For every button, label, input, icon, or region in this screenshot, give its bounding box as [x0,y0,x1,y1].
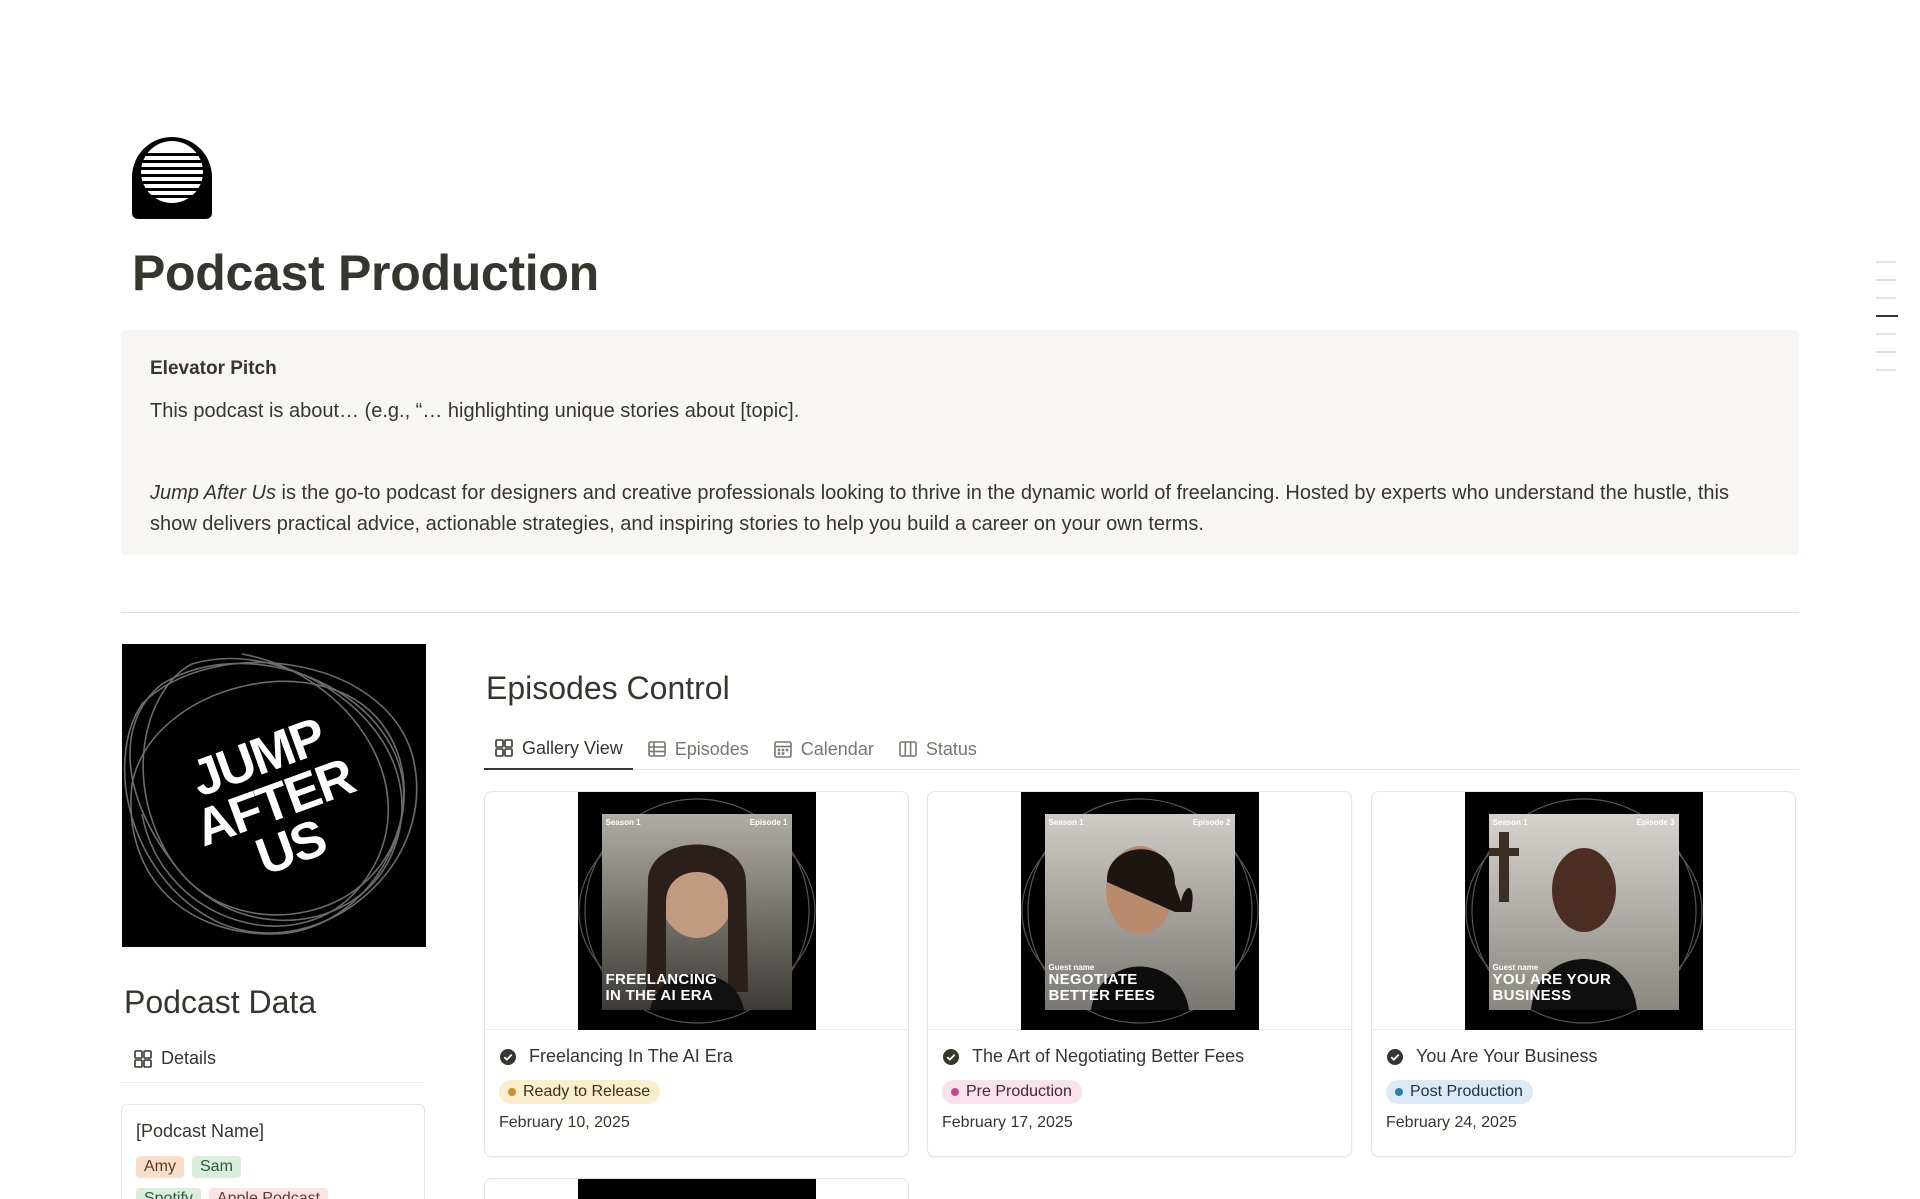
status-label: Post Production [1410,1083,1523,1100]
episode-cover-image: Season 1 Episode 3 Guest name YOU ARE YO… [1464,792,1703,1030]
board-icon [898,739,918,759]
tab-label: Episodes [674,738,749,759]
episode-title[interactable]: You Are Your Business [1416,1046,1597,1067]
status-dot [508,1088,516,1096]
episode-title[interactable]: The Art of Negotiating Better Fees [972,1046,1244,1067]
toc-line[interactable] [1876,333,1896,335]
platform-tag: Apple Podcast [208,1188,329,1199]
tab-calendar[interactable]: Calendar [763,728,884,770]
art-season: Season 1 [605,818,641,827]
callout-title: Elevator Pitch [150,358,277,379]
table-icon [647,739,667,759]
podcast-name: [Podcast Name] [136,1121,265,1141]
art-title-line: IN THE AI ERA [605,987,714,1004]
platform-tag: Spotify [136,1188,201,1199]
check-circle-icon [942,1048,960,1066]
toc-line[interactable] [1876,279,1896,281]
toc-line[interactable] [1876,351,1896,353]
podcast-data-heading: Podcast Data [124,984,317,1020]
callout-line: This podcast is about… (e.g., “… highlig… [150,400,800,422]
status-badge: Pre Production [942,1080,1082,1104]
episode-card[interactable]: Season 1 Episode 3 Guest name YOU ARE YO… [1371,791,1796,1157]
elevator-pitch-callout[interactable]: Elevator Pitch This podcast is about… (e… [121,330,1799,555]
show-name: Jump After Us [150,482,276,504]
art-title-line: BETTER FEES [1048,987,1156,1004]
tab-label: Details [161,1048,217,1068]
art-episode: Episode 2 [1192,818,1231,827]
art-season: Season 1 [1048,818,1084,827]
tab-label: Status [925,738,977,759]
tab-gallery-view[interactable]: Gallery View [484,728,633,770]
podcast-data-card[interactable]: [Podcast Name] Amy Sam Spotify Apple Pod… [121,1104,425,1199]
episode-title[interactable]: Freelancing In The AI Era [529,1046,733,1067]
callout-description: Jump After Us is the go-to podcast for d… [150,478,1770,540]
toc-line[interactable] [1876,261,1896,263]
toc-line[interactable] [1876,369,1896,371]
host-tag: Sam [192,1156,241,1178]
tab-details[interactable]: Details [121,1035,423,1083]
tab-label: Calendar [800,738,874,759]
toc-line[interactable] [1876,297,1896,299]
view-tabs: Gallery View Episodes Calendar Status [484,728,1799,770]
host-tag: Amy [136,1156,184,1178]
art-title-line: YOU ARE YOUR [1492,971,1612,988]
toc-line-active[interactable] [1876,315,1898,317]
episode-cover-image: Season 1 Episode 1 FREELANCING IN THE AI … [577,792,816,1030]
art-season: Season 1 [1492,818,1528,827]
gallery-icon [133,1049,153,1069]
art-title-line: NEGOTIATE [1048,971,1138,988]
tab-episodes[interactable]: Episodes [637,728,759,770]
page-title: Podcast Production [132,245,599,301]
check-circle-icon [499,1048,517,1066]
check-circle-icon [1386,1048,1404,1066]
status-dot [951,1088,959,1096]
gallery-icon [494,738,514,758]
episode-card[interactable]: Season 1 Episode 1 FREELANCING IN THE AI … [484,791,909,1157]
art-title-line: FREELANCING [605,971,718,988]
status-label: Pre Production [966,1083,1072,1100]
episode-card[interactable]: Season 1 Episode 2 Guest name NEGOTIATE B… [927,791,1352,1157]
tab-status[interactable]: Status [888,728,987,770]
art-episode: Episode 3 [1636,818,1675,827]
episode-cover-image: Season 1 Episode 2 Guest name NEGOTIATE B… [1020,792,1259,1030]
art-episode: Episode 1 [749,818,788,827]
status-badge: Ready to Release [499,1080,661,1104]
episodes-control-heading: Episodes Control [486,670,730,706]
divider [121,612,1799,613]
status-dot [1395,1088,1403,1096]
status-label: Ready to Release [523,1083,651,1100]
calendar-icon [773,739,793,759]
episode-date: February 17, 2025 [942,1114,1073,1131]
podcast-cover-image: JUMP AFTER US [122,644,426,947]
episode-card[interactable] [484,1178,909,1199]
art-title-line: BUSINESS [1492,987,1572,1004]
episode-cover-image [577,1179,816,1199]
tab-label: Gallery View [522,737,623,758]
radio-icon[interactable] [126,127,218,220]
episode-date: February 10, 2025 [499,1114,630,1131]
status-badge: Post Production [1386,1080,1533,1104]
table-of-contents[interactable] [1876,261,1898,387]
callout-description-text: is the go-to podcast for designers and c… [150,482,1729,535]
episode-date: February 24, 2025 [1386,1114,1517,1131]
